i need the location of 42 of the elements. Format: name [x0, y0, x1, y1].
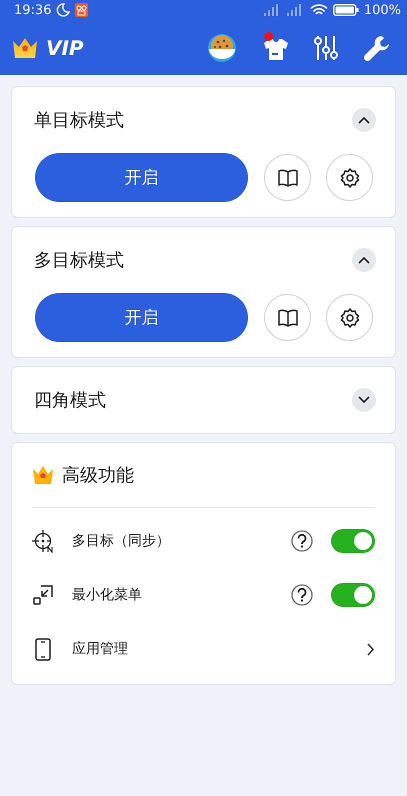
help-icon[interactable]	[291, 530, 313, 552]
setting-label: 最小化菜单	[72, 586, 143, 604]
collapse-button[interactable]	[352, 108, 376, 132]
setting-label: 多目标（同步）	[72, 532, 171, 550]
crown-icon	[32, 465, 54, 485]
app-notification-icon	[75, 3, 88, 17]
settings-icon	[338, 166, 360, 188]
start-button[interactable]: 开启	[35, 293, 248, 342]
toggle-switch[interactable]	[331, 529, 375, 553]
mode-title: 单目标模式	[34, 109, 124, 132]
battery-icon	[332, 4, 359, 16]
settings-button[interactable]	[326, 154, 373, 201]
list-item[interactable]: 应用管理	[32, 622, 375, 676]
crown-icon	[12, 36, 38, 58]
settings-button[interactable]	[326, 294, 373, 341]
book-icon	[276, 308, 298, 328]
sliders-icon[interactable]	[313, 34, 339, 62]
section-title: 高级功能	[62, 464, 134, 487]
guide-button[interactable]	[264, 154, 311, 201]
wrench-icon[interactable]	[363, 34, 391, 62]
battery-percentage: 100%	[364, 2, 401, 18]
moon-icon	[56, 3, 70, 17]
start-button[interactable]: 开启	[35, 153, 248, 202]
collapse-button[interactable]	[352, 248, 376, 272]
crosshair-icon	[32, 530, 54, 552]
status-time: 19:36	[14, 2, 52, 18]
chevron-icon	[358, 396, 370, 404]
book-icon	[276, 168, 298, 188]
toggle-switch[interactable]	[331, 583, 375, 607]
chevron-icon	[358, 116, 370, 124]
cookie-bowl-icon[interactable]	[207, 32, 237, 62]
chevron-icon	[358, 256, 370, 264]
help-icon[interactable]	[291, 584, 313, 606]
wifi-icon	[310, 4, 328, 16]
vip-logo-text: VIP	[46, 36, 84, 60]
chevron-right-icon	[367, 642, 375, 656]
mode-title: 四角模式	[34, 389, 106, 412]
minimize-icon	[32, 584, 54, 606]
mode-title: 多目标模式	[34, 249, 124, 272]
expand-button[interactable]	[352, 388, 376, 412]
guide-button[interactable]	[264, 294, 311, 341]
settings-icon	[338, 306, 360, 328]
